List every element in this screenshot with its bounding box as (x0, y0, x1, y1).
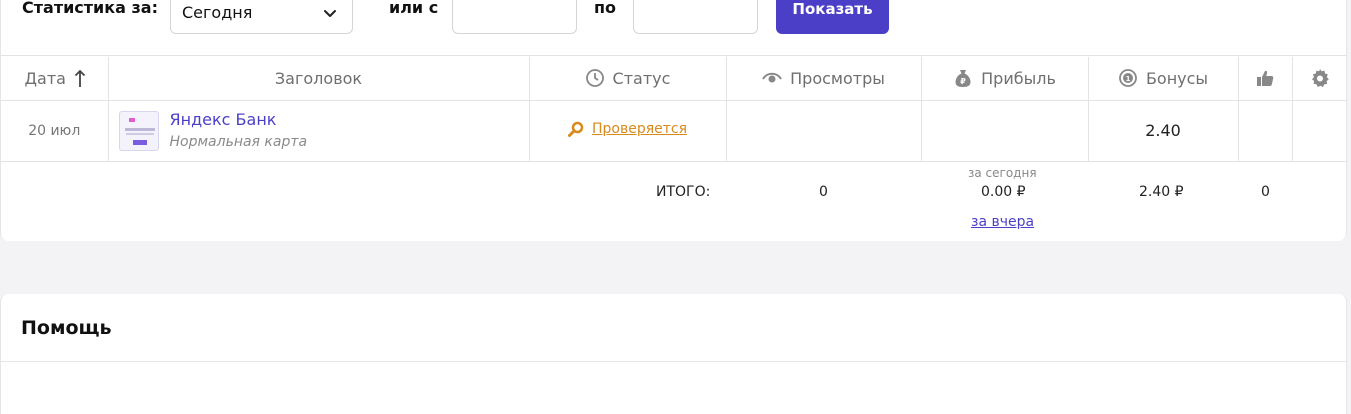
col-title-label: Заголовок (274, 68, 363, 88)
status-text: Проверяется (591, 120, 688, 137)
stats-table: Дата Заголовок Статус Просмотры ₽ Прибыл… (1, 57, 1347, 162)
row-profit (921, 100, 1089, 162)
col-date-label: Дата (24, 68, 66, 88)
period-select-value: Сегодня (182, 3, 253, 22)
col-views-header: Просмотры (726, 57, 922, 101)
gear-icon[interactable] (1310, 68, 1330, 88)
to-label: по (594, 0, 617, 17)
table-header-row: Дата Заголовок Статус Просмотры ₽ Прибыл… (1, 57, 1347, 101)
col-date-header[interactable]: Дата (1, 57, 109, 101)
coin-icon: 1 (1118, 68, 1138, 88)
col-bonuses-label: Бонусы (1145, 68, 1209, 88)
svg-text:1: 1 (1126, 75, 1131, 83)
row-settings (1292, 100, 1347, 162)
thumbs-up-icon (1255, 68, 1275, 88)
period-select[interactable]: Сегодня (170, 0, 353, 34)
show-button[interactable]: Показать (776, 0, 889, 34)
clock-icon (585, 68, 605, 88)
yesterday-link[interactable]: за вчера (971, 214, 1034, 230)
arrow-up-icon (70, 68, 86, 88)
filter-bar: Статистика за: Сегодня или с по Показать (1, 0, 1346, 56)
row-bonuses: 2.40 (1088, 100, 1239, 162)
row-likes (1238, 100, 1293, 162)
col-bonuses-header: 1 Бонусы (1088, 57, 1239, 101)
table-row[interactable]: 20 июл Яндекс Банк Нормальная карта Пров… (1, 100, 1347, 162)
col-title-header: Заголовок (108, 57, 530, 101)
col-status-label: Статус (612, 68, 671, 88)
totals-bonuses: 2.40 ₽ (1139, 184, 1184, 200)
totals-label: ИТОГО: (656, 184, 711, 200)
col-settings-header[interactable] (1292, 57, 1347, 101)
totals-profit: 0.00 ₽ (981, 184, 1026, 200)
divider (1, 361, 1346, 362)
row-date: 20 июл (1, 100, 109, 162)
status-link[interactable]: Проверяется (567, 120, 688, 137)
chevron-down-icon (322, 5, 338, 21)
help-title: Помощь (21, 317, 112, 339)
ad-title-link[interactable]: Яндекс Банк (170, 110, 277, 129)
row-title-cell: Яндекс Банк Нормальная карта (108, 100, 530, 162)
date-from-input[interactable] (452, 0, 577, 34)
totals-likes: 0 (1261, 184, 1270, 200)
col-status-header: Статус (529, 57, 727, 101)
col-likes-header (1238, 57, 1293, 101)
svg-text:₽: ₽ (960, 77, 966, 86)
ad-subtitle: Нормальная карта (169, 133, 308, 150)
totals-today-label: за сегодня (968, 166, 1037, 180)
totals-views: 0 (819, 184, 828, 200)
or-from-label: или с (389, 0, 439, 17)
magnifier-icon (567, 121, 584, 137)
row-status-cell: Проверяется (529, 100, 727, 162)
stats-for-label: Статистика за: (22, 0, 158, 17)
eye-icon (762, 68, 782, 88)
col-profit-label: Прибыль (981, 68, 1056, 88)
ad-thumbnail[interactable] (118, 110, 159, 151)
col-profit-header: ₽ Прибыль (921, 57, 1089, 101)
money-bag-icon: ₽ (953, 68, 973, 88)
date-to-input[interactable] (633, 0, 758, 34)
row-views (726, 100, 922, 162)
statistics-card: Статистика за: Сегодня или с по Показать… (0, 0, 1347, 241)
help-card: Помощь (0, 294, 1347, 414)
col-views-label: Просмотры (790, 68, 885, 88)
